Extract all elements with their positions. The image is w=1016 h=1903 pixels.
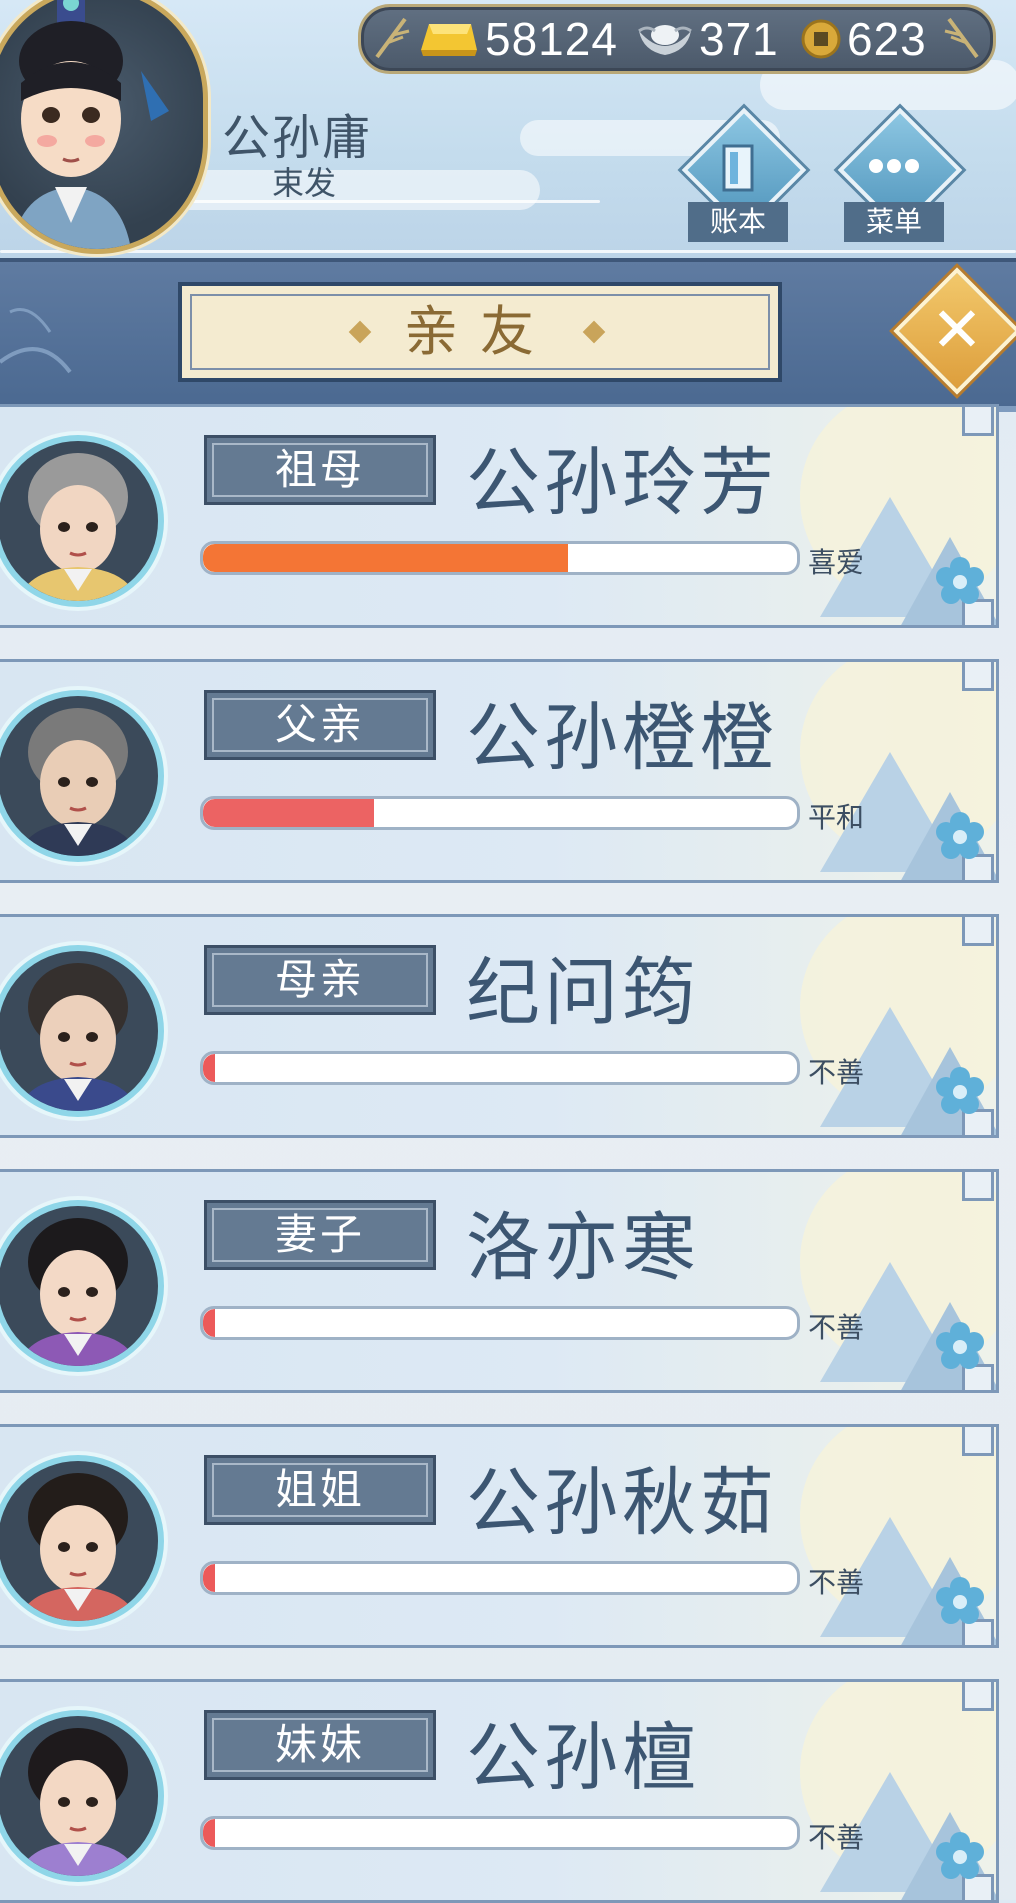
menu-button-label: 菜单 — [844, 202, 944, 242]
relation-label: 祖母 — [274, 445, 365, 494]
relative-row[interactable]: 妹妹 公孙檀 不善 — [0, 1679, 999, 1903]
affection-bar — [200, 1051, 800, 1085]
relative-portrait-icon — [18, 708, 138, 856]
silver-counter[interactable]: 371 — [637, 13, 779, 65]
relative-row[interactable]: 妻子 洛亦寒 不善 — [0, 1169, 999, 1393]
mood-label: 不善 — [808, 1056, 865, 1089]
relative-name: 纪问筠 — [466, 950, 700, 1036]
mood-label: 不善 — [808, 1311, 865, 1344]
relation-label: 妻子 — [274, 1210, 365, 1259]
player-avatar[interactable] — [0, 0, 208, 254]
relative-portrait[interactable] — [0, 945, 164, 1117]
more-dots-icon — [869, 159, 919, 173]
silver-amount: 371 — [699, 13, 779, 65]
cloud-decoration — [160, 170, 540, 210]
gold-amount: 58124 — [485, 13, 618, 65]
mood-label: 喜爱 — [808, 546, 865, 579]
flower-icon — [936, 812, 984, 859]
relation-label: 姐姐 — [274, 1465, 365, 1514]
top-header: 公孙庸 束发 58124 371 623 账本 菜单 — [0, 0, 1016, 258]
flower-icon — [936, 1577, 984, 1624]
relative-portrait-icon — [18, 1218, 138, 1366]
coin-amount: 623 — [847, 13, 927, 65]
relative-row[interactable]: 姐姐 公孙秋茹 不善 — [0, 1424, 999, 1648]
relative-portrait-icon — [18, 1473, 138, 1621]
close-x-icon[interactable]: ✕ — [912, 286, 1002, 376]
relative-name: 公孙橙橙 — [466, 695, 778, 781]
affection-bar-fill — [203, 1564, 215, 1592]
menu-button[interactable]: 菜单 — [834, 107, 963, 242]
relative-portrait[interactable] — [0, 1455, 164, 1627]
relation-tag: 妹妹 — [204, 1710, 436, 1780]
currency-bar: 58124 371 623 — [358, 4, 996, 74]
frame-corner-ornament — [962, 407, 994, 436]
player-portrait-icon — [11, 0, 169, 249]
frame-corner-ornament — [962, 1682, 994, 1711]
relative-portrait-icon — [18, 453, 138, 601]
cloud-decoration — [0, 250, 1016, 253]
mood-label: 平和 — [808, 801, 865, 834]
relative-name: 公孙秋茹 — [466, 1460, 778, 1546]
relative-portrait[interactable] — [0, 1710, 164, 1882]
mood-label: 不善 — [808, 1566, 865, 1599]
relative-row[interactable]: 母亲 纪问筠 不善 — [0, 914, 999, 1138]
relative-portrait[interactable] — [0, 690, 164, 862]
relative-portrait[interactable] — [0, 1200, 164, 1372]
relation-label: 父亲 — [274, 700, 365, 749]
relation-tag: 妻子 — [204, 1200, 436, 1270]
coin-counter[interactable]: 623 — [801, 13, 927, 65]
cloud-decoration — [180, 200, 600, 203]
affection-bar-fill — [203, 1309, 215, 1337]
affection-bar-fill — [203, 1054, 215, 1082]
relative-row[interactable]: 父亲 公孙橙橙 平和 — [0, 659, 999, 883]
relation-tag: 父亲 — [204, 690, 436, 760]
flower-icon — [936, 1067, 984, 1114]
silver-ingot-icon — [638, 25, 692, 55]
relative-name: 公孙玲芳 — [466, 440, 778, 526]
frame-corner-ornament — [962, 1172, 994, 1201]
leaf-decoration-icon — [0, 308, 72, 374]
gold-bar-icon — [421, 24, 477, 56]
ledger-button[interactable]: 账本 — [678, 107, 807, 242]
gold-counter[interactable]: 58124 — [417, 13, 618, 65]
flower-icon — [936, 1322, 984, 1369]
frame-corner-ornament — [962, 917, 994, 946]
flower-icon — [936, 557, 984, 604]
relation-tag: 祖母 — [204, 435, 436, 505]
book-icon — [722, 144, 754, 192]
frame-corner-ornament — [962, 662, 994, 691]
affection-bar — [200, 1561, 800, 1595]
flower-icon — [936, 1832, 984, 1879]
affection-bar — [200, 1306, 800, 1340]
affection-bar-fill — [203, 1819, 215, 1847]
relation-label: 母亲 — [274, 955, 365, 1004]
ledger-button-label: 账本 — [688, 202, 788, 242]
relation-label: 妹妹 — [274, 1720, 365, 1769]
player-title: 束发 — [272, 164, 337, 202]
affection-bar — [200, 1816, 800, 1850]
copper-coin-icon — [801, 19, 841, 59]
frame-corner-ornament — [962, 1427, 994, 1456]
relative-portrait-icon — [18, 1728, 138, 1876]
relative-name: 公孙檀 — [466, 1715, 700, 1801]
relative-name: 洛亦寒 — [466, 1205, 700, 1291]
panel-title: 亲友 — [404, 300, 556, 363]
relation-tag: 姐姐 — [204, 1455, 436, 1525]
relative-portrait[interactable] — [0, 435, 164, 607]
relative-row[interactable]: 祖母 公孙玲芳 喜爱 — [0, 404, 999, 628]
relative-portrait-icon — [18, 963, 138, 1111]
affection-bar-fill — [203, 799, 374, 827]
bamboo-left-icon — [375, 17, 410, 59]
affection-bar-fill — [203, 544, 568, 572]
mood-label: 不善 — [808, 1821, 865, 1854]
bamboo-right-icon — [944, 17, 979, 59]
relation-tag: 母亲 — [204, 945, 436, 1015]
panel-title-plaque: 亲友 — [178, 282, 782, 382]
affection-bar — [200, 541, 800, 575]
affection-bar — [200, 796, 800, 830]
